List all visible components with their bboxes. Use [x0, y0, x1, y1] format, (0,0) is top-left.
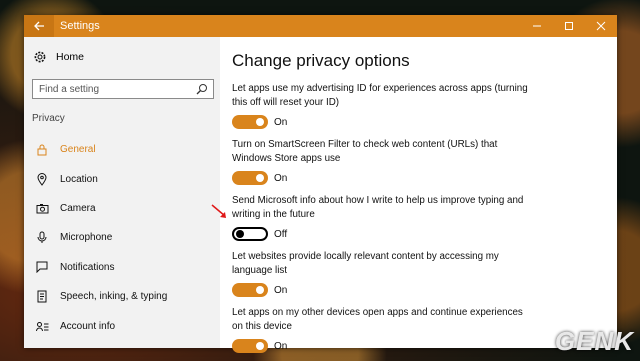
minimize-button[interactable] — [521, 15, 553, 37]
sidebar-item-label: Location — [60, 173, 98, 185]
lock-icon — [34, 142, 50, 158]
advertising-id-toggle[interactable] — [232, 115, 268, 129]
sidebar: Home Find a setting Privacy General Loca… — [24, 37, 220, 348]
other-devices-toggle[interactable] — [232, 339, 268, 353]
back-button[interactable] — [24, 15, 54, 37]
sidebar-item-camera[interactable]: Camera — [24, 194, 220, 223]
setting-description: Let websites provide locally relevant co… — [232, 251, 499, 276]
sidebar-item-label: Notifications — [60, 261, 115, 273]
search-input[interactable]: Find a setting — [32, 79, 214, 99]
sidebar-item-label: General — [60, 144, 96, 156]
maximize-icon — [565, 22, 573, 30]
title-bar: Settings — [24, 15, 617, 37]
toggle-state-label: On — [274, 116, 288, 128]
sidebar-item-location[interactable]: Location — [24, 164, 220, 193]
maximize-button[interactable] — [553, 15, 585, 37]
search-icon — [196, 83, 208, 98]
setting-other-devices: Let apps on my other devices open apps a… — [232, 306, 607, 355]
setting-typing-info: Send Microsoft info about how I write to… — [232, 194, 607, 243]
watermark-logo: GENK — [554, 326, 634, 356]
sidebar-item-label: Account info — [60, 320, 116, 332]
toggle-state-label: On — [274, 284, 288, 296]
sidebar-item-label: Camera — [60, 202, 96, 214]
main-content: Change privacy options Let apps use my a… — [232, 37, 607, 353]
back-arrow-icon — [33, 21, 44, 31]
gear-icon — [34, 51, 46, 63]
close-icon — [596, 21, 606, 31]
sidebar-item-label: Speech, inking, & typing — [60, 291, 168, 303]
sidebar-item-account-info[interactable]: Account info — [24, 311, 220, 340]
camera-icon — [34, 200, 50, 216]
sidebar-item-microphone[interactable]: Microphone — [24, 223, 220, 252]
window-title: Settings — [60, 20, 100, 32]
setting-advertising-id: Let apps use my advertising ID for exper… — [232, 82, 607, 131]
window-controls — [521, 15, 617, 37]
sidebar-item-label: Microphone — [60, 232, 113, 244]
microphone-icon — [34, 230, 50, 246]
sidebar-item-general[interactable]: General — [24, 135, 220, 164]
section-label-privacy: Privacy — [32, 113, 65, 124]
typing-info-toggle[interactable] — [232, 227, 268, 241]
page-title: Change privacy options — [232, 51, 410, 70]
setting-description: Turn on SmartScreen Filter to check web … — [232, 139, 498, 164]
speech-icon — [34, 289, 50, 305]
location-icon — [34, 171, 50, 187]
toggle-state-label: On — [274, 340, 288, 352]
home-link[interactable]: Home — [24, 43, 220, 71]
account-info-icon — [34, 318, 50, 334]
settings-window: Settings Home Find a setting Privacy Gen… — [24, 15, 617, 353]
close-button[interactable] — [585, 15, 617, 37]
search-placeholder: Find a setting — [39, 83, 100, 95]
toggle-state-label: Off — [274, 228, 288, 240]
setting-language-list: Let websites provide locally relevant co… — [232, 250, 607, 299]
home-label: Home — [56, 51, 85, 63]
sidebar-item-notifications[interactable]: Notifications — [24, 253, 220, 282]
setting-description: Send Microsoft info about how I write to… — [232, 195, 524, 220]
setting-description: Let apps use my advertising ID for exper… — [232, 83, 528, 108]
annotation-arrow-icon — [211, 204, 226, 218]
notifications-icon — [34, 259, 50, 275]
language-list-toggle[interactable] — [232, 283, 268, 297]
sidebar-item-speech[interactable]: Speech, inking, & typing — [24, 282, 220, 311]
setting-smartscreen: Turn on SmartScreen Filter to check web … — [232, 138, 607, 187]
smartscreen-toggle[interactable] — [232, 171, 268, 185]
setting-description: Let apps on my other devices open apps a… — [232, 307, 523, 332]
minimize-icon — [533, 25, 541, 27]
toggle-state-label: On — [274, 172, 288, 184]
